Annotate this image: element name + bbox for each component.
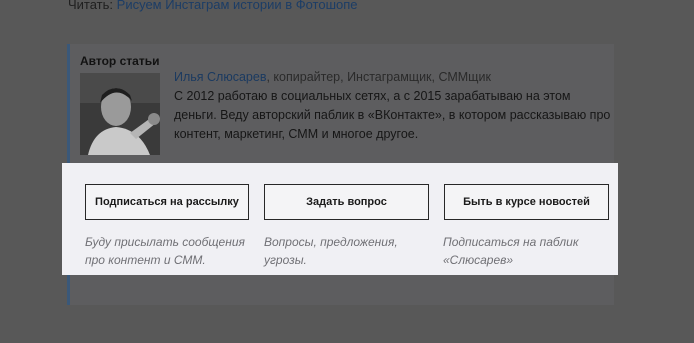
ask-question-button[interactable]: Задать вопрос xyxy=(264,184,429,220)
author-roles: , копирайтер, Инстаграмщик, СММщик xyxy=(266,70,491,84)
subscribe-newsletter-button[interactable]: Подписаться на рассылку xyxy=(85,184,249,220)
author-bio: Илья Слюсарев, копирайтер, Инстаграмщик,… xyxy=(174,68,614,144)
author-name-link[interactable]: Илья Слюсарев xyxy=(174,70,266,84)
read-also-line: Читать: Рисуем Инстаграм истории в Фотош… xyxy=(68,0,358,12)
follow-news-button[interactable]: Быть в курсе новостей xyxy=(444,184,609,220)
author-bio-text: С 2012 работаю в социальных сетях, а с 2… xyxy=(174,89,611,141)
read-also-prefix: Читать: xyxy=(68,0,114,12)
author-card-title: Автор статьи xyxy=(80,54,160,68)
read-also-link[interactable]: Рисуем Инстаграм истории в Фотошопе xyxy=(117,0,358,12)
author-photo-icon xyxy=(80,73,160,155)
follow-news-description: Подписаться на паблик «Слюсарев» xyxy=(443,235,579,267)
ask-question-description: Вопросы, предложения, угрозы. xyxy=(264,235,398,267)
author-avatar xyxy=(80,73,160,155)
subscribe-newsletter-description: Буду присылать сообщения про контент и С… xyxy=(85,235,245,267)
